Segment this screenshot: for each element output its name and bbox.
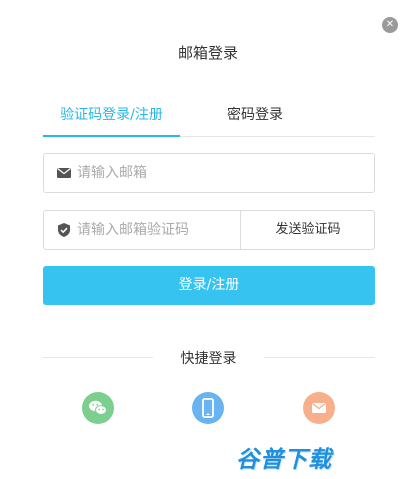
shield-icon bbox=[56, 222, 72, 238]
code-field: 发送验证码 bbox=[43, 210, 375, 250]
code-input[interactable] bbox=[75, 212, 239, 248]
divider-left bbox=[43, 357, 153, 358]
close-button[interactable]: ✕ bbox=[382, 17, 398, 33]
envelope-icon bbox=[56, 165, 72, 181]
email-input[interactable] bbox=[75, 155, 369, 191]
close-icon: ✕ bbox=[385, 19, 395, 30]
watermark-text: 谷普下载 bbox=[236, 447, 332, 473]
phone-icon bbox=[202, 398, 214, 418]
tab-password-login[interactable]: 密码登录 bbox=[205, 100, 305, 135]
dialog-title: 邮箱登录 bbox=[177, 44, 238, 62]
wechat-icon bbox=[89, 400, 107, 415]
phone-login-button[interactable] bbox=[192, 392, 224, 424]
login-tabs: 验证码登录/注册 密码登录 bbox=[43, 100, 375, 137]
wechat-login-button[interactable] bbox=[82, 392, 114, 424]
mail-icon bbox=[312, 402, 326, 413]
send-code-button[interactable]: 发送验证码 bbox=[240, 211, 375, 249]
site-watermark: 谷普下载 bbox=[236, 440, 366, 474]
login-register-button[interactable]: 登录/注册 bbox=[43, 266, 375, 305]
divider-right bbox=[264, 357, 375, 358]
quick-login-title: 快捷登录 bbox=[180, 351, 237, 367]
email-field bbox=[43, 153, 375, 193]
mail-login-button[interactable] bbox=[303, 392, 335, 424]
tab-code-login[interactable]: 验证码登录/注册 bbox=[43, 100, 180, 137]
